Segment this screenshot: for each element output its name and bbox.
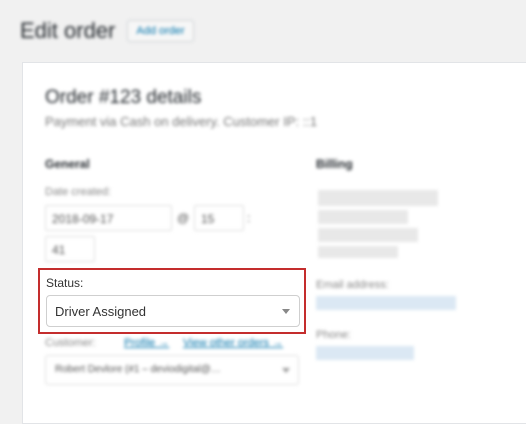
general-heading: General [45,157,90,171]
minute-input[interactable]: 41 [45,236,95,262]
billing-heading: Billing [316,157,353,171]
customer-label: Customer: [45,337,96,349]
add-order-button[interactable]: Add order [127,20,194,42]
time-colon: : [247,211,251,225]
date-value: 2018-09-17 [52,212,114,226]
billing-address-redacted [318,246,398,258]
customer-value: Robert Devlore (#1 – deviodigital@… [55,364,221,375]
billing-address-redacted [318,190,438,206]
billing-address-redacted [318,228,418,242]
phone-label: Phone: [316,329,351,341]
status-value: Driver Assigned [55,304,147,319]
date-input[interactable]: 2018-09-17 [45,205,172,231]
billing-address-redacted [318,210,408,224]
at-separator: @ [177,211,190,225]
minute-value: 41 [52,243,66,257]
order-subtitle: Payment via Cash on delivery. Customer I… [45,114,318,129]
hour-value: 15 [201,212,215,226]
chevron-down-icon [282,368,290,373]
page-title: Edit order [20,18,116,43]
page-header: Edit order Add order [20,18,194,44]
phone-link-redacted[interactable] [316,346,414,360]
status-select[interactable]: Driver Assigned [46,295,300,327]
order-title: Order #123 details [45,87,202,108]
chevron-down-icon [282,309,290,314]
hour-input[interactable]: 15 [194,205,244,231]
date-created-label: Date created: [45,186,112,198]
email-label: Email address: [316,279,389,291]
view-other-orders-link[interactable]: View other orders → [183,337,283,349]
email-link-redacted[interactable] [316,296,456,310]
customer-select[interactable]: Robert Devlore (#1 – deviodigital@… [45,355,299,385]
profile-link[interactable]: Profile → [124,337,169,349]
status-label: Status: [46,276,84,290]
